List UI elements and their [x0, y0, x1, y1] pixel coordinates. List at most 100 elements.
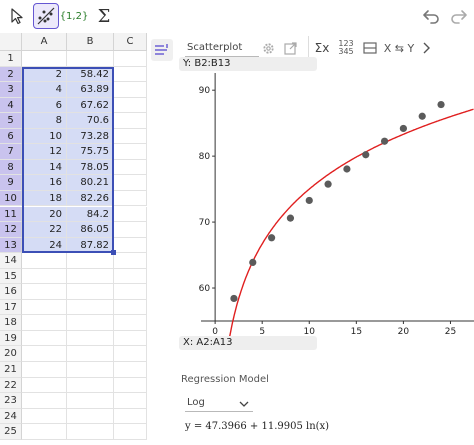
cell-c[interactable] — [114, 159, 147, 176]
column-header-a[interactable]: A — [22, 33, 67, 51]
cell-b[interactable] — [67, 299, 114, 316]
cell-a[interactable]: 8 — [22, 113, 67, 129]
cell-c[interactable] — [114, 315, 147, 331]
cell-a[interactable] — [22, 346, 67, 362]
cell-b[interactable]: 78.05 — [67, 159, 114, 176]
row-header[interactable]: 23 — [0, 393, 22, 409]
cell-b[interactable] — [67, 346, 114, 362]
cell-c[interactable] — [114, 253, 147, 269]
cell-a[interactable]: 2 — [22, 66, 67, 83]
cell-b[interactable] — [67, 51, 114, 67]
swap-xy-button[interactable]: X ⇆ Y — [382, 36, 416, 60]
cell-c[interactable] — [114, 206, 147, 223]
cell-c[interactable] — [114, 113, 147, 129]
cell-a[interactable] — [22, 330, 67, 347]
row-header[interactable]: 2 — [0, 66, 22, 83]
cell-a[interactable] — [22, 315, 67, 331]
cell-a[interactable]: 22 — [22, 222, 67, 238]
cell-a[interactable]: 14 — [22, 159, 67, 176]
cell-a[interactable]: 10 — [22, 128, 67, 145]
row-header[interactable]: 1 — [0, 51, 22, 67]
cell-b[interactable]: 80.21 — [67, 175, 114, 191]
column-header-c[interactable]: C — [114, 33, 147, 51]
cell-c[interactable] — [114, 128, 147, 145]
cell-b[interactable] — [67, 393, 114, 409]
cell-c[interactable] — [114, 222, 147, 238]
cell-b[interactable]: 87.82 — [67, 237, 114, 254]
cell-c[interactable] — [114, 362, 147, 378]
cell-c[interactable] — [114, 377, 147, 394]
row-header[interactable]: 11 — [0, 206, 22, 223]
cell-c[interactable] — [114, 190, 147, 207]
row-header[interactable]: 6 — [0, 128, 22, 145]
data-table-button[interactable]: 123 345 — [335, 36, 357, 60]
cell-c[interactable] — [114, 268, 147, 285]
cell-b[interactable] — [67, 362, 114, 378]
cell-c[interactable] — [114, 175, 147, 191]
cell-b[interactable]: 82.26 — [67, 190, 114, 207]
plot-type-dropdown[interactable]: Scatterplot — [185, 39, 259, 57]
row-header[interactable]: 13 — [0, 237, 22, 254]
cell-c[interactable] — [114, 82, 147, 98]
cell-a[interactable] — [22, 408, 67, 425]
sheet-corner[interactable] — [0, 33, 22, 51]
row-header[interactable]: 24 — [0, 408, 22, 425]
cell-b[interactable]: 86.05 — [67, 222, 114, 238]
cell-b[interactable] — [67, 315, 114, 331]
cell-c[interactable] — [114, 51, 147, 67]
row-header[interactable]: 4 — [0, 97, 22, 114]
cell-a[interactable]: 18 — [22, 190, 67, 207]
row-header[interactable]: 9 — [0, 175, 22, 191]
cell-b[interactable] — [67, 424, 114, 440]
cell-b[interactable] — [67, 408, 114, 425]
cell-c[interactable] — [114, 393, 147, 409]
cell-a[interactable] — [22, 51, 67, 67]
row-header[interactable]: 17 — [0, 299, 22, 316]
cell-c[interactable] — [114, 330, 147, 347]
undo-button[interactable] — [418, 3, 444, 29]
row-header[interactable]: 14 — [0, 253, 22, 269]
regression-model-dropdown[interactable]: Log — [185, 394, 253, 412]
row-header[interactable]: 19 — [0, 330, 22, 347]
cell-b[interactable] — [67, 268, 114, 285]
cell-b[interactable] — [67, 253, 114, 269]
cell-c[interactable] — [114, 424, 147, 440]
panel-overflow-button[interactable] — [419, 36, 433, 60]
row-header[interactable]: 18 — [0, 315, 22, 331]
cell-c[interactable] — [114, 97, 147, 114]
cell-b[interactable]: 84.2 — [67, 206, 114, 223]
row-header[interactable]: 5 — [0, 113, 22, 129]
cell-b[interactable]: 73.28 — [67, 128, 114, 145]
cell-c[interactable] — [114, 66, 147, 83]
row-header[interactable]: 25 — [0, 424, 22, 440]
cell-a[interactable]: 6 — [22, 97, 67, 114]
row-header[interactable]: 3 — [0, 82, 22, 98]
cell-a[interactable] — [22, 299, 67, 316]
cell-c[interactable] — [114, 237, 147, 254]
toggle-panel-button[interactable] — [151, 39, 173, 61]
cell-b[interactable] — [67, 330, 114, 347]
row-header[interactable]: 7 — [0, 144, 22, 160]
row-header[interactable]: 15 — [0, 268, 22, 285]
cell-b[interactable]: 58.42 — [67, 66, 114, 83]
cell-b[interactable]: 63.89 — [67, 82, 114, 98]
scatter-plot[interactable]: 0 5 10 15 20 2560708090 — [177, 73, 474, 343]
cell-a[interactable]: 16 — [22, 175, 67, 191]
row-header[interactable]: 10 — [0, 190, 22, 207]
cell-c[interactable] — [114, 408, 147, 425]
two-variable-regression-button[interactable] — [33, 3, 59, 29]
cell-a[interactable]: 4 — [22, 82, 67, 98]
cell-c[interactable] — [114, 284, 147, 300]
cell-c[interactable] — [114, 299, 147, 316]
cell-a[interactable] — [22, 377, 67, 394]
cell-b[interactable] — [67, 377, 114, 394]
fill-handle[interactable] — [111, 250, 116, 256]
cell-a[interactable] — [22, 268, 67, 285]
create-list-button[interactable]: {1,2} — [60, 3, 89, 29]
cell-b[interactable]: 67.62 — [67, 97, 114, 114]
cell-a[interactable] — [22, 393, 67, 409]
row-header[interactable]: 21 — [0, 362, 22, 378]
cell-a[interactable] — [22, 362, 67, 378]
cell-a[interactable] — [22, 284, 67, 300]
cell-b[interactable] — [67, 284, 114, 300]
